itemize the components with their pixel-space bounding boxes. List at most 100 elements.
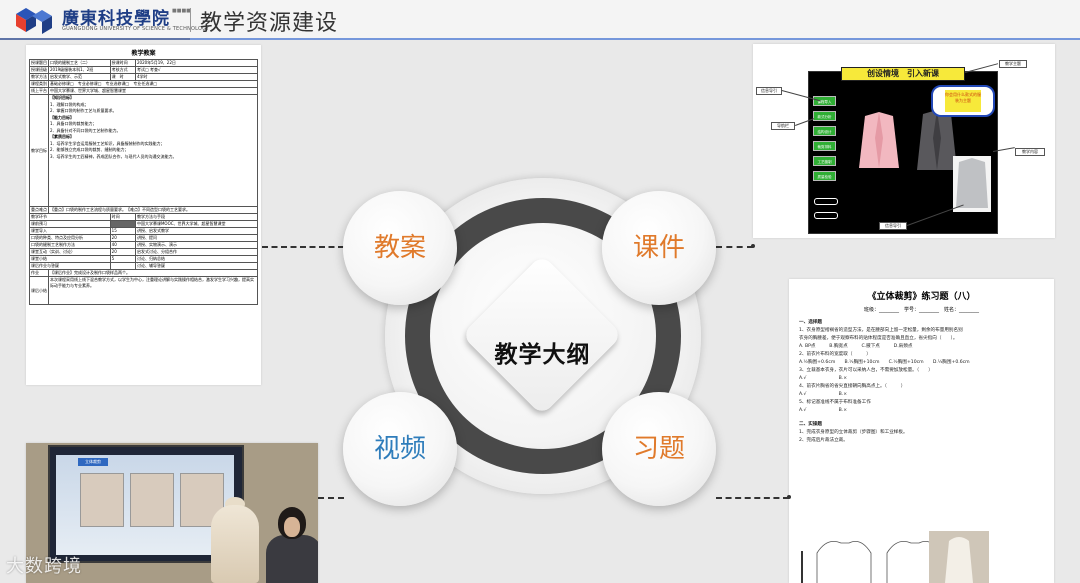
exercise-line: A.½胸围+0.6cm B.½胸围+10cm C.½胸围+10cm D.½胸围+… [799, 360, 970, 365]
table-row: 课前预习 中国大学慕课MOOC、世界大学城、超星智慧课堂 [29, 220, 259, 228]
table-row: 课堂互动（实训、讨论） 20 启发式讨论、分组合作 [29, 248, 259, 256]
connector-exercise [716, 497, 789, 499]
exercise-line: 2、前衣片布料的宽度取（ ） [799, 352, 871, 357]
slide-tab: 立体裁剪 [78, 458, 108, 466]
table-row: 教学目标 【知识目标】 1．理解口袋的构成； 2．掌握口袋的制作工艺与质量要求。… [29, 94, 258, 207]
lesson-plan-document: 教学教案 授课题目 口袋的缝制工艺（二） 授课时间 2020年5月19、22日 … [26, 45, 261, 385]
school-tag: ■■■■ [172, 8, 191, 14]
callout-label: 信息导引 [756, 87, 782, 95]
node-courseware: 课件 [602, 191, 716, 305]
table-row: 课后小结 本次课程采用线上线下混合教学方式，以学生为中心，注重理论讲解与实践操作… [29, 276, 258, 305]
table-cell: 授课班级 [29, 66, 49, 74]
watermark: 大数跨境 [6, 556, 82, 577]
table-row: 作业 【课后作业】完成设计及制作口袋样品两个。 [29, 269, 258, 277]
header-underline [0, 38, 1080, 40]
slide-image [80, 473, 124, 527]
table-cell: 讲授、提问 [134, 234, 259, 242]
jackets-illustration [859, 110, 991, 212]
table-cell: 口袋的种类、特点及应用分析 [29, 234, 111, 242]
courseware-nav-button: 质量检验 [813, 171, 836, 181]
table-cell: 教学方法 [29, 73, 49, 81]
exercise-document: 《立体裁剪》练习题（八） 班级：________ 学号：________ 姓名：… [789, 279, 1054, 583]
table-cell: 授课题目 [29, 59, 49, 67]
table-cell: 课堂小结 [29, 255, 111, 263]
table-cell: 口袋的缝制工艺（二） [48, 59, 111, 67]
table-cell: 课后作业与答疑 [29, 262, 111, 270]
center-label: 教学大纲 [494, 342, 591, 368]
table-row: 重点难点 【重点】口袋的制作工艺流程与质量要求。【难点】不同造型口袋的工艺要求。 [29, 206, 258, 214]
table-row: 授课题目 口袋的缝制工艺（二） 授课时间 2020年5月19、22日 [29, 59, 259, 67]
header-bar: 廣東科技學院 GUANGDONG UNIVERSITY OF SCIENCE &… [0, 0, 1080, 40]
callout-label: 教学内容 [1015, 148, 1045, 156]
table-cell: 【重点】口袋的制作工艺流程与质量要求。【难点】不同造型口袋的工艺要求。 [48, 206, 258, 214]
exercise-meta: 班级：________ 学号：________ 姓名：________ [863, 307, 979, 313]
table-cell: 重点难点 [29, 206, 49, 214]
table-cell: 本次课程采用线上线下混合教学方式，以学生为中心，注重理论讲解与实践操作相结合，激… [48, 276, 258, 305]
exercise-line: 2、完成后片裁法立裁。 [799, 438, 848, 443]
exercise-line: 4、前衣片胸省的省尖直接朝向胸高点上。（ ） [799, 384, 906, 389]
courseware-nav-button: 工艺缝制 [813, 156, 836, 166]
table-cell: 作业 [29, 269, 49, 277]
courseware-blank-button [814, 198, 838, 205]
courseware-nav-button: 结构设计 [813, 126, 836, 136]
node-video: 视频 [343, 392, 457, 506]
callout-label: 教学主题 [999, 60, 1027, 68]
table-cell: 讨论、归纳总结 [134, 255, 259, 263]
table-cell: 中国大学慕课MOOC、世界大学城、超星智慧课堂 [134, 220, 259, 228]
exercise-line: A.√ B.× [799, 392, 848, 397]
table-cell [109, 262, 136, 270]
table-cell: 教学方法与手段 [134, 213, 259, 221]
exercise-line: 衣身的胸腰差，便于观察布料的贴体程度是否准确且直立，省尖指向（ ）。 [799, 336, 958, 341]
table-cell: 课 时 [109, 73, 136, 81]
courseware-nav-button: 课程导入 [813, 96, 836, 106]
table-cell: 线上平台 [29, 87, 49, 95]
table-cell: 基础必修课□ 专业必修课□ 专业选修课□ 专业任选课□ [48, 80, 258, 88]
callout-label: 信息导引 [879, 222, 907, 230]
table-cell: 课程类别 [29, 80, 49, 88]
objectives-cell: 【知识目标】 1．理解口袋的构成； 2．掌握口袋的制作工艺与质量要求。 【能力目… [48, 94, 258, 207]
courseware-banner: 创设情境 引入新课 [841, 67, 965, 81]
table-row: 课程类别 基础必修课□ 专业必修课□ 专业选修课□ 专业任选课□ [29, 80, 258, 88]
exercise-title: 《立体裁剪》练习题（八） [867, 292, 976, 302]
table-cell: 课堂导入 [29, 227, 111, 235]
table-cell: 20 [109, 234, 136, 242]
table-cell [109, 220, 136, 228]
courseware-panel: 课程导入 款式分析 结构设计 裁剪排料 工艺缝制 质量检验 创设情境 引入新课 … [753, 44, 1055, 238]
table-cell: 口袋的缝制工艺制作方法 [29, 241, 111, 249]
table-row: 授课班级 2019级服装本科1、2班 考核方式 考试□ 考查√ [29, 66, 259, 74]
mannequin-photo-icon [929, 531, 989, 583]
page-title: 教学资源建设 [200, 11, 339, 36]
table-cell: 2019级服装本科1、2班 [48, 66, 111, 74]
table-row: 口袋的种类、特点及应用分析 20 讲授、提问 [29, 234, 259, 242]
table-cell: 教学环节 [29, 213, 111, 221]
connector-courseware [716, 246, 753, 248]
header-divider [190, 8, 191, 32]
objective-line: 3．培养学生的工匠精神，养成团队合作，与现代人员的沟通交流能力。 [50, 153, 177, 159]
connector-end [787, 495, 791, 499]
callout-label: 导航栏 [771, 122, 795, 130]
table-row: 教学方法 启发式教学、示范 课 时 4学时 [29, 73, 259, 81]
table-cell: 2020年5月19、22日 [134, 59, 259, 67]
table-cell: 4学时 [134, 73, 259, 81]
courseware-nav-button: 裁剪排料 [813, 141, 836, 151]
node-lesson-plan: 教案 [343, 191, 457, 305]
node-exercise: 习题 [602, 392, 716, 506]
exercise-section-heading: 一、选择题 [799, 320, 822, 325]
courseware-nav-button: 款式分析 [813, 111, 836, 121]
exercise-line: 1、衣身原型褶裥省的造型方法，是在腰部向上留一定松量，剩余的布量用别名别 [799, 328, 963, 333]
instructor-face [284, 517, 300, 537]
table-row: 课后作业与答疑 讨论、辅导答疑 [29, 262, 259, 270]
table-cell: 40 [109, 241, 136, 249]
table-row: 课堂小结 5 讨论、归纳总结 [29, 255, 259, 263]
table-cell: 教学目标 [29, 94, 49, 207]
table-cell: 启发式讨论、分组合作 [134, 248, 259, 256]
exercise-line: 3、立裁基本衣身，衣片可以采纳人台，不需要加放松量。（ ） [799, 368, 933, 373]
table-cell: 讲授、启发式教学 [134, 227, 259, 235]
courseware-speech-bubble: 你会用什么款式的服装为主题 [931, 85, 995, 117]
connector-lesson-plan [262, 246, 344, 248]
table-cell: 课前预习 [29, 220, 111, 228]
exercise-line: A.√ B.× [799, 376, 848, 381]
exercise-line: 1、完成衣身原型的立体裁剪（步骤图）和工业样板。 [799, 430, 908, 435]
table-cell: 课后小结 [29, 276, 49, 305]
table-cell: 中国大学慕课、世界大学城、超星智慧课堂 [48, 87, 258, 95]
